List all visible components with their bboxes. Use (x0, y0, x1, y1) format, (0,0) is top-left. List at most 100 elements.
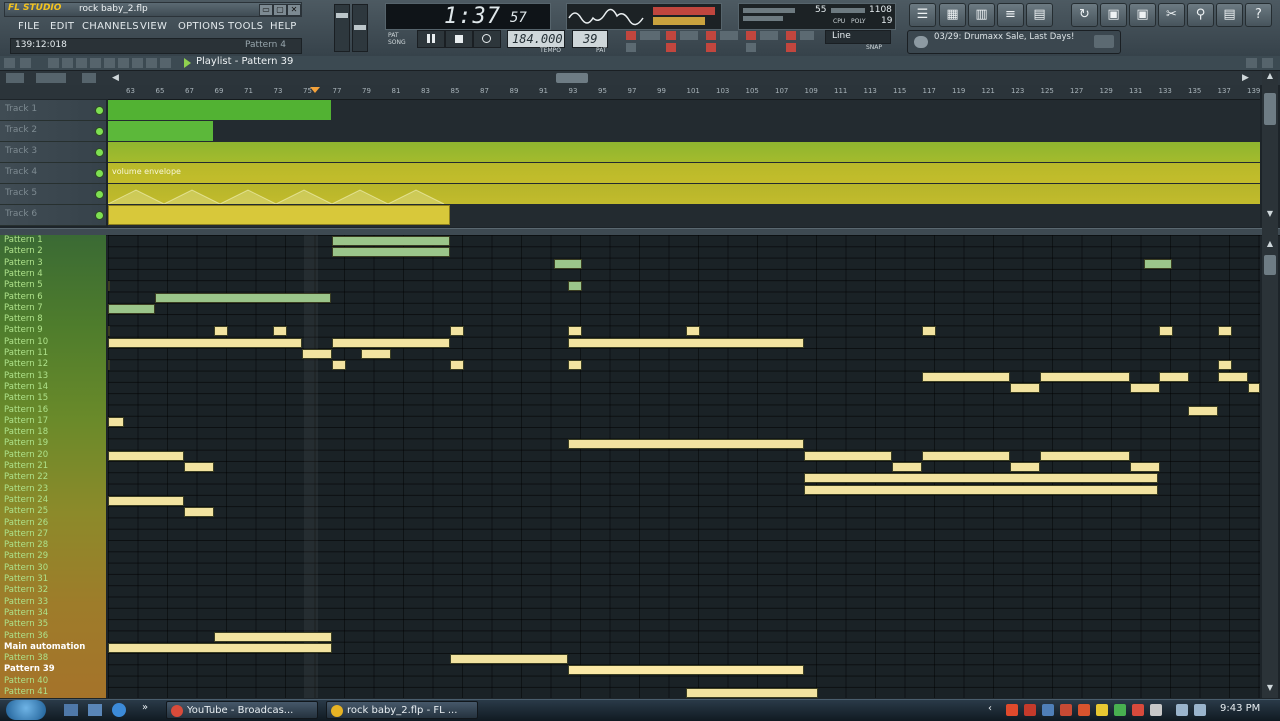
taskbar-task-youtube[interactable]: YouTube - Broadcas... (166, 701, 318, 719)
pattern-block[interactable] (922, 326, 936, 337)
pattern-block[interactable] (804, 484, 1158, 495)
vertical-scrollbar[interactable]: ▲ ▼ ▲ ▼ (1262, 71, 1278, 698)
browser-quicklaunch-icon[interactable] (112, 703, 126, 717)
quicklaunch-icon[interactable] (88, 704, 102, 716)
pattern-list-item[interactable]: Pattern 31 (4, 574, 48, 584)
track-mute-led[interactable] (95, 106, 104, 115)
tool-icon-d[interactable] (746, 43, 756, 52)
playback-tool-icon[interactable] (160, 58, 171, 68)
pattern-list-item[interactable]: Pattern 36 (4, 631, 48, 641)
audio-clip[interactable] (108, 142, 1260, 162)
playlist-restore-icon[interactable] (1246, 58, 1257, 68)
pattern-list-item[interactable]: Pattern 19 (4, 438, 48, 448)
blend-notes-icon[interactable] (680, 31, 698, 40)
tool-icon-c[interactable] (706, 43, 716, 52)
tool-icon-a[interactable] (626, 43, 636, 52)
browser-icon[interactable]: ≡ (997, 3, 1024, 27)
pattern-list-item[interactable]: Pattern 3 (4, 258, 43, 268)
pattern-block[interactable] (108, 416, 124, 427)
menu-options[interactable]: OPTIONS (178, 21, 225, 32)
pattern-block[interactable] (568, 439, 804, 450)
pattern-list-item[interactable]: Pattern 2 (4, 246, 43, 256)
track-mute-led[interactable] (95, 169, 104, 178)
scroll-down-icon[interactable]: ▼ (1264, 683, 1276, 695)
pattern-block[interactable] (108, 326, 110, 337)
typing-keyboard-icon[interactable] (640, 31, 660, 40)
select-tool-icon[interactable] (132, 58, 143, 68)
document-icon[interactable]: ▤ (1216, 3, 1243, 27)
pattern-list-item[interactable]: Pattern 40 (4, 676, 48, 686)
menu-edit[interactable]: EDIT (50, 21, 74, 32)
pattern-list-item[interactable]: Pattern 12 (4, 359, 48, 369)
title-bar[interactable]: FL STUDIO rock baby_2.flp ▭ ▢ ✕ (4, 2, 302, 17)
pattern-block[interactable] (450, 360, 464, 371)
tray-icon-7[interactable] (1114, 704, 1126, 716)
pattern-list-item[interactable]: Pattern 39 (4, 664, 55, 674)
wait-icon[interactable] (720, 31, 738, 40)
close-icon[interactable]: ✕ (287, 4, 301, 16)
pattern-list-item[interactable]: Pattern 7 (4, 303, 43, 313)
automation-clip[interactable] (108, 184, 1260, 204)
horizontal-scroll-thumb[interactable] (556, 73, 588, 83)
menu-view[interactable]: VIEW (140, 21, 167, 32)
pattern-block[interactable] (1218, 360, 1232, 371)
pattern-block[interactable] (892, 462, 922, 472)
cpu-meter[interactable]: 55 1108 CPU POLY 19 (738, 3, 896, 30)
show-desktop-icon[interactable] (64, 704, 78, 716)
pattern-list-item[interactable]: Pattern 38 (4, 653, 48, 663)
song-position-display[interactable]: 1:37 57 (385, 3, 551, 30)
scroll-up-icon[interactable]: ▲ (1264, 71, 1276, 83)
master-volume-slider[interactable] (334, 4, 350, 52)
pattern-block[interactable] (108, 281, 110, 292)
pattern-list-item[interactable]: Pattern 18 (4, 427, 48, 437)
recording-filter-icon[interactable] (800, 31, 814, 40)
pattern-list-item[interactable]: Pattern 1 (4, 235, 43, 245)
menu-help[interactable]: HELP (270, 21, 297, 32)
play-button[interactable] (417, 30, 445, 48)
pattern-block[interactable] (1130, 382, 1160, 393)
pattern-selector[interactable]: 39 (572, 30, 608, 48)
master-pitch-slider[interactable] (352, 4, 368, 52)
piano-roll-icon[interactable]: ▥ (968, 3, 995, 27)
pattern-list-item[interactable]: Pattern 28 (4, 540, 48, 550)
overdub-icon[interactable] (786, 31, 796, 40)
zoom-icon[interactable] (36, 73, 66, 83)
pattern-list-item[interactable]: Pattern 8 (4, 314, 43, 324)
pattern-block[interactable] (108, 360, 110, 371)
pattern-block[interactable] (568, 665, 804, 676)
paint-tool-icon[interactable] (62, 58, 73, 68)
delete-tool-icon[interactable] (76, 58, 87, 68)
news-next-button[interactable] (1094, 35, 1114, 48)
search-icon[interactable]: ⚲ (1187, 3, 1214, 27)
pattern-clip[interactable] (108, 205, 450, 225)
network-icon[interactable] (1176, 704, 1188, 716)
metronome-icon[interactable] (626, 31, 636, 40)
scroll-down-icon[interactable]: ▼ (1264, 209, 1276, 221)
tray-expand-icon[interactable]: ‹ (988, 703, 992, 714)
start-button[interactable] (6, 700, 46, 720)
pattern-list-item[interactable]: Pattern 4 (4, 269, 43, 279)
track-header[interactable]: Track 1 (0, 100, 106, 121)
news-panel[interactable]: 03/29: Drumaxx Sale, Last Days! (907, 30, 1121, 54)
pat-song-switch[interactable]: PAT SONG (388, 32, 406, 46)
pattern-block[interactable] (108, 337, 302, 348)
menu-channels[interactable]: CHANNELS (82, 21, 139, 32)
snap-selector[interactable]: Line (825, 30, 891, 44)
pattern-block[interactable] (273, 326, 287, 337)
slip-tool-icon[interactable] (104, 58, 115, 68)
pattern-block[interactable] (922, 371, 1010, 382)
pattern-block[interactable] (450, 326, 464, 337)
pattern-block[interactable] (108, 303, 155, 314)
track-lanes[interactable]: volume envelope (108, 100, 1260, 227)
tool-icon-b[interactable] (666, 43, 676, 52)
pattern-list-item[interactable]: Pattern 15 (4, 393, 48, 403)
pattern-list-item[interactable]: Pattern 33 (4, 597, 48, 607)
pattern-block[interactable] (554, 258, 582, 269)
pattern-block[interactable] (568, 360, 582, 371)
track-header[interactable]: Track 5 (0, 184, 106, 205)
track-header[interactable]: Track 6 (0, 205, 106, 226)
tray-icon-9[interactable] (1150, 704, 1162, 716)
slice-tool-icon[interactable] (118, 58, 129, 68)
tray-icon-2[interactable] (1024, 704, 1036, 716)
pattern-list-item[interactable]: Pattern 26 (4, 518, 48, 528)
